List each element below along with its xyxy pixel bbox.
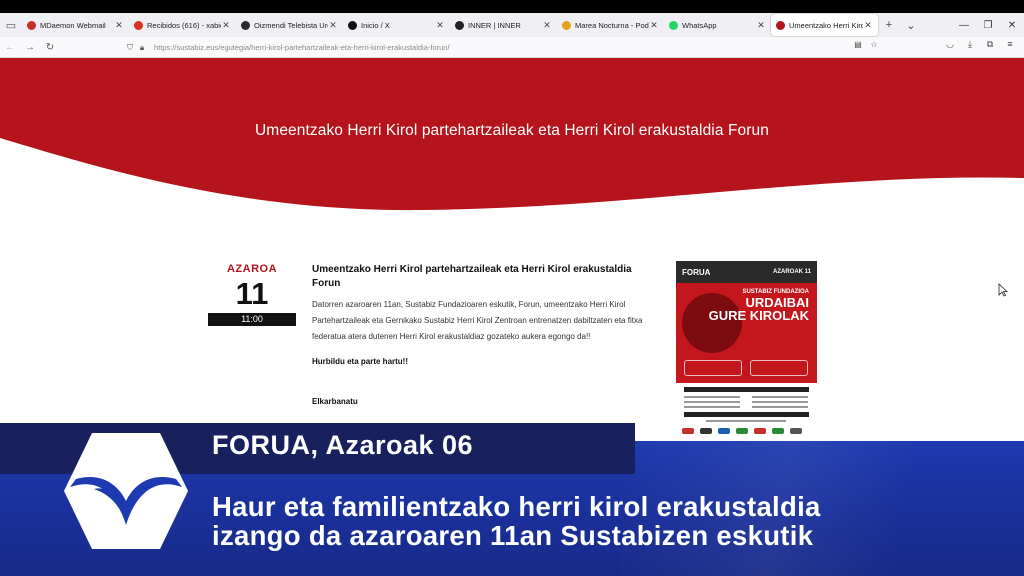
reload-icon[interactable]: ↻ <box>40 42 60 53</box>
poster-text-line <box>752 401 808 403</box>
url-bar[interactable]: ⛉ 🔒︎ https://sustabiz.eus/egutegia/herri… <box>124 40 884 55</box>
tab-favicon-icon <box>455 20 464 30</box>
browser-tab[interactable]: Recibidos (616) - xabielizbe✕ <box>129 14 236 36</box>
tab-label: Marea Nocturna - Podcast <box>575 20 649 30</box>
screen: ▭ MDaemon Webmail ✕ Recibidos (616) - xabi… <box>0 0 1024 576</box>
browser-tab[interactable]: WhatsApp ✕ <box>664 14 771 36</box>
tab-close-icon[interactable]: ✕ <box>435 20 445 31</box>
page-title: Umeentzako Herri Kirol partehartzaileak … <box>255 122 769 139</box>
tab-label: WhatsApp <box>682 20 717 30</box>
mouse-cursor-icon <box>998 283 1008 297</box>
share-label: Elkarbanatu <box>312 397 358 406</box>
tab-close-icon[interactable]: ✕ <box>756 20 766 31</box>
back-icon[interactable]: ← <box>0 42 20 53</box>
tab-label: Recibidos (616) - xabielizbe <box>147 20 221 30</box>
event-day: 11 <box>235 276 269 311</box>
forward-icon[interactable]: → <box>20 42 40 53</box>
tab-close-icon[interactable]: ✕ <box>328 20 338 31</box>
poster-text-line <box>752 396 808 398</box>
restore-icon[interactable]: ❐ <box>976 20 1000 31</box>
bookmark-star-icon[interactable]: ☆ <box>866 40 882 49</box>
broadcast-headline: Haur eta familientzako herri kirol eraku… <box>212 492 821 550</box>
window-controls: — ❐ ✕ <box>952 13 1024 37</box>
event-month: AZAROA <box>226 263 278 275</box>
event-title: Umeentzako Herri Kirol partehartzaileak … <box>312 264 632 289</box>
poster-heading: SUSTABIZ FUNDAZIOA URDAIBAI GURE KIROLAK <box>676 288 817 322</box>
poster-line2: GURE KIROLAK <box>708 308 809 323</box>
lock-icon[interactable]: 🔒︎ <box>136 43 148 53</box>
poster-bar <box>684 412 809 417</box>
tab-label: MDaemon Webmail <box>40 20 106 30</box>
event-description: Datorren azaroaren 11an, Sustabiz Fundaz… <box>312 300 643 341</box>
channel-logo-icon <box>64 433 188 549</box>
tab-close-icon[interactable]: ✕ <box>863 20 873 31</box>
browser-tab[interactable]: Oizmendi Telebista Urdaiba✕ <box>236 14 343 36</box>
url-actions: ▤ ☆ <box>850 40 882 49</box>
menu-icon[interactable]: ≡ <box>1000 39 1020 50</box>
tab-favicon-icon <box>27 20 36 30</box>
navigation-bar: ← → ↻ ⛉ 🔒︎ https://sustabiz.eus/egutegia… <box>0 37 1024 58</box>
browser-tab[interactable]: Umeentzako Herri Kirol part✕ <box>771 14 878 36</box>
poster-place: FORUA <box>682 267 711 277</box>
tab-favicon-icon <box>241 20 250 30</box>
broadcast-overlay: FORUA, Azaroak 06 Haur eta familientzako… <box>0 423 1024 576</box>
headline-line-2: izango da azaroaren 11an Sustabizen esku… <box>212 520 814 551</box>
tab-label: Inicio / X <box>361 20 390 30</box>
tab-favicon-icon <box>669 20 678 30</box>
tab-label: Umeentzako Herri Kirol part <box>789 20 863 30</box>
tab-list-icon[interactable]: ▭ <box>0 13 22 37</box>
event-poster[interactable]: FORUA AZAROAK 11 SUSTABIZ FUNDAZIOA URDA… <box>676 261 817 441</box>
event-time: 11:00 <box>208 313 296 326</box>
extensions-icon[interactable]: ⧉ <box>980 39 1000 50</box>
tab-close-icon[interactable]: ✕ <box>542 20 552 31</box>
tab-label: INNER | INNER <box>468 20 521 30</box>
tab-favicon-icon <box>562 20 571 30</box>
reader-view-icon[interactable]: ▤ <box>850 40 866 49</box>
poster-text-line <box>752 406 808 408</box>
web-page: Umeentzako Herri Kirol partehartzaileak … <box>0 58 1024 441</box>
browser-tab[interactable]: MDaemon Webmail ✕ <box>22 14 129 36</box>
toolbar-right: ◡ ⤓ ⧉ ≡ <box>940 39 1020 50</box>
tab-favicon-icon <box>134 20 143 30</box>
browser-tab[interactable]: Marea Nocturna - Podcast✕ <box>557 14 664 36</box>
list-all-tabs-icon[interactable]: ⌄ <box>900 19 922 32</box>
poster-text-line <box>684 401 740 403</box>
close-window-icon[interactable]: ✕ <box>1000 20 1024 31</box>
event-date: AZAROA 11 11:00 <box>208 263 296 326</box>
poster-date: AZAROAK 11 <box>772 269 811 275</box>
tab-favicon-icon <box>776 20 785 30</box>
broadcast-location: FORUA, Azaroak 06 <box>212 430 474 460</box>
tab-label: Oizmendi Telebista Urdaiba <box>254 20 328 30</box>
poster-info-box <box>750 360 808 376</box>
tab-close-icon[interactable]: ✕ <box>221 20 231 31</box>
poster-bar <box>684 387 809 392</box>
shield-icon[interactable]: ⛉ <box>124 43 136 53</box>
browser-tab[interactable]: INNER | INNER ✕ <box>450 14 557 36</box>
event-cta: Hurbildu eta parte hartu!! <box>312 357 409 366</box>
downloads-icon[interactable]: ⤓ <box>960 39 980 50</box>
pocket-icon[interactable]: ◡ <box>940 39 960 50</box>
tab-bar: ▭ MDaemon Webmail ✕ Recibidos (616) - xabi… <box>0 13 1024 37</box>
tab-close-icon[interactable]: ✕ <box>114 20 124 31</box>
headline-line-1: Haur eta familientzako herri kirol eraku… <box>212 491 821 522</box>
url-text[interactable]: https://sustabiz.eus/egutegia/herri-kiro… <box>154 43 450 52</box>
poster-text-line <box>684 396 740 398</box>
minimize-icon[interactable]: — <box>952 20 976 31</box>
poster-text-line <box>684 406 740 408</box>
poster-info-box <box>684 360 742 376</box>
tab-favicon-icon <box>348 20 357 30</box>
new-tab-icon[interactable]: + <box>878 19 900 31</box>
tab-close-icon[interactable]: ✕ <box>649 20 659 31</box>
poster-text-line <box>706 420 786 422</box>
poster-header: FORUA AZAROAK 11 <box>676 261 817 283</box>
event-details: Umeentzako Herri Kirol partehartzaileak … <box>312 263 662 406</box>
browser-tab[interactable]: Inicio / X ✕ <box>343 14 450 36</box>
